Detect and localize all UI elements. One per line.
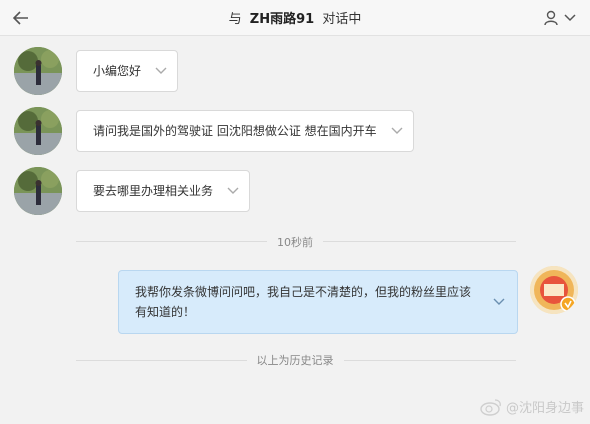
watermark: @沈阳身边事 (480, 397, 584, 416)
user-icon (544, 10, 558, 26)
message-options-icon[interactable] (391, 127, 403, 135)
chevron-down-icon (564, 14, 576, 22)
contact-avatar[interactable] (14, 107, 62, 155)
chat-title: 与 ZH雨路91 对话中 (229, 8, 362, 27)
message-text: 小编您好 (93, 64, 142, 78)
message-options-icon[interactable] (227, 187, 239, 195)
chat-header: 与 ZH雨路91 对话中 (0, 0, 590, 36)
history-text: 以上为历史记录 (246, 354, 344, 367)
incoming-message[interactable]: 请问我是国外的驾驶证 回沈阳想做公证 想在国内开车 (76, 110, 414, 152)
title-prefix: 与 (228, 12, 242, 27)
avatar-image (14, 47, 62, 95)
message-text: 我帮你发条微博问问吧，我自己是不清楚的，但我的粉丝里应该有知道的！ (135, 285, 472, 319)
message-options-icon[interactable] (155, 67, 167, 75)
history-label: 以上为历史记录 (0, 352, 590, 368)
avatar-image (14, 107, 62, 155)
contact-name[interactable]: ZH雨路91 (250, 12, 314, 27)
watermark-text: @沈阳身边事 (505, 401, 584, 416)
message-text: 请问我是国外的驾驶证 回沈阳想做公证 想在国内开车 (93, 124, 377, 138)
user-menu-button[interactable] (544, 8, 580, 28)
weibo-logo-icon (480, 398, 501, 416)
timestamp-text: 10秒前 (267, 236, 323, 249)
contact-avatar[interactable] (14, 167, 62, 215)
timestamp-label: 10秒前 (0, 234, 590, 250)
incoming-message[interactable]: 小编您好 (76, 50, 179, 92)
message-options-icon[interactable] (493, 298, 505, 306)
back-arrow-icon (13, 11, 28, 25)
outgoing-message[interactable]: 我帮你发条微博问问吧，我自己是不清楚的，但我的粉丝里应该有知道的！ (118, 270, 518, 334)
my-avatar[interactable] (530, 266, 578, 314)
avatar-image (14, 167, 62, 215)
contact-avatar[interactable] (14, 47, 62, 95)
back-button[interactable] (10, 7, 32, 29)
message-text: 要去哪里办理相关业务 (93, 184, 214, 198)
incoming-message[interactable]: 要去哪里办理相关业务 (76, 170, 251, 212)
title-suffix: 对话中 (322, 12, 362, 27)
avatar-image (530, 266, 578, 314)
